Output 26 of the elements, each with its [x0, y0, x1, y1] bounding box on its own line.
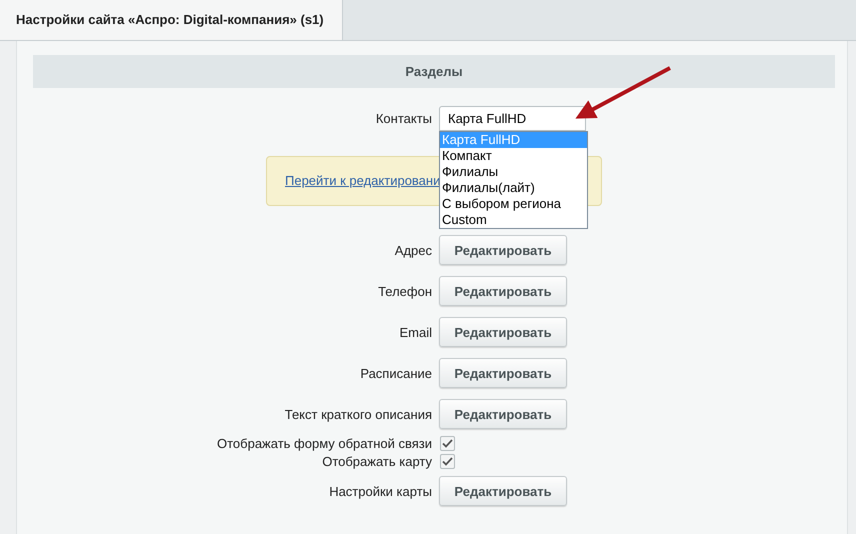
dropdown-option[interactable]: Филиалы(лайт): [440, 180, 587, 196]
edit-button[interactable]: Редактировать: [439, 276, 567, 306]
field-label: Адрес: [394, 242, 432, 258]
edit-link[interactable]: Перейти к редактировани: [285, 173, 440, 188]
edit-button[interactable]: Редактировать: [439, 235, 567, 265]
section-header: Разделы: [33, 55, 835, 88]
dropdown-option[interactable]: Custom: [440, 212, 587, 228]
checkbox[interactable]: [440, 454, 455, 469]
field-label: Отображать форму обратной связи: [216, 436, 432, 451]
edit-button[interactable]: Редактировать: [439, 358, 567, 388]
field-label: Настройки карты: [328, 484, 432, 498]
contacts-select[interactable]: Карта FullHD: [439, 106, 586, 131]
edit-button[interactable]: Редактировать: [439, 317, 567, 347]
field-label: Текст краткого описания: [284, 406, 432, 422]
edit-button[interactable]: Редактировать: [439, 476, 567, 506]
dropdown-option[interactable]: Филиалы: [440, 164, 587, 180]
checkbox[interactable]: [440, 436, 455, 451]
field-label: Контакты: [374, 111, 432, 126]
dropdown-option[interactable]: С выбором региона: [440, 196, 587, 212]
field-label: Отображать карту: [321, 454, 432, 469]
edit-button[interactable]: Редактировать: [439, 399, 567, 429]
field-label: Email: [398, 324, 432, 340]
field-label: Телефон: [377, 284, 432, 298]
tab[interactable]: Настройки сайта «Аспро: Digital-компания» (s1): [0, 0, 343, 40]
field-label: Расписание: [359, 366, 432, 380]
dropdown-option[interactable]: Компакт: [440, 148, 587, 164]
